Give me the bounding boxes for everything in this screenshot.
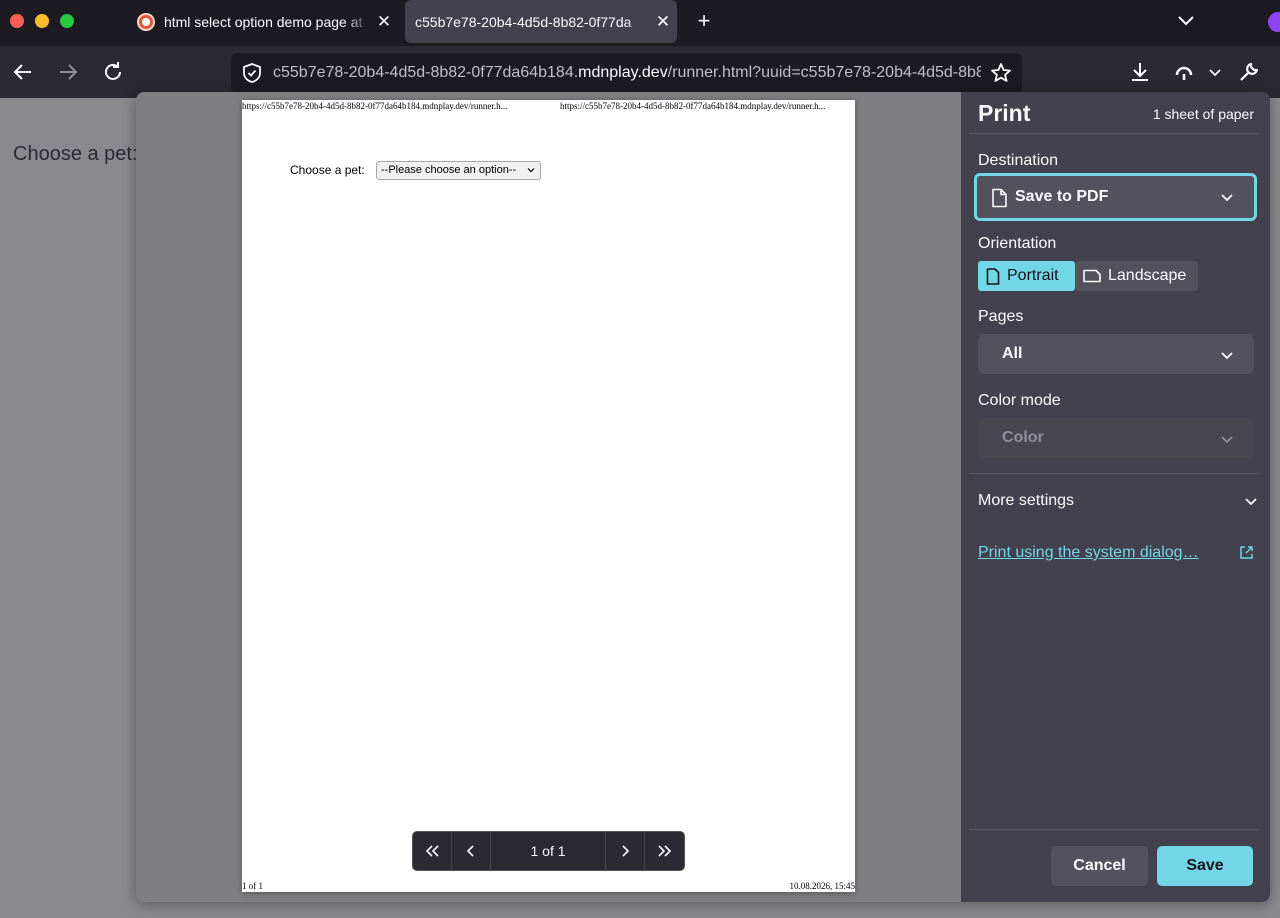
portrait-label: Portrait: [1007, 267, 1059, 284]
back-arrow-icon[interactable]: [11, 60, 35, 84]
window-maximize-button[interactable]: [60, 14, 74, 28]
chevron-down-icon: [1245, 498, 1257, 506]
preview-header-left: https://c55b7e78-20b4-4d5d-8b82-0f77da64…: [242, 101, 508, 111]
url-text[interactable]: c55b7e78-20b4-4d5d-8b82-0f77da64b184.mdn…: [273, 64, 981, 82]
bookmark-star-icon[interactable]: [990, 62, 1012, 84]
system-dialog-link[interactable]: Print using the system dialog…: [978, 544, 1199, 562]
wrench-icon[interactable]: [1237, 60, 1261, 84]
chevron-down-icon: [527, 168, 535, 173]
nav-toolbar: c55b7e78-20b4-4d5d-8b82-0f77da64b184.mdn…: [0, 46, 1280, 98]
preview-label: Choose a pet:: [290, 163, 365, 177]
window-close-button[interactable]: [10, 14, 24, 28]
print-settings-panel: Print 1 sheet of paper Destination Save …: [961, 92, 1270, 902]
preview-select-value: --Please choose an option--: [381, 164, 517, 176]
portrait-page-icon: [986, 267, 1000, 285]
preview-select: --Please choose an option--: [376, 161, 541, 180]
tab-active[interactable]: c55b7e78-20b4-4d5d-8b82-0f77da ✕: [405, 0, 677, 43]
destination-select[interactable]: Save to PDF: [974, 173, 1257, 221]
pages-select[interactable]: All: [978, 334, 1254, 374]
landscape-label: Landscape: [1108, 267, 1187, 284]
page-label: Choose a pet:: [13, 143, 138, 165]
destination-label: Destination: [978, 152, 1059, 169]
pages-value: All: [1002, 345, 1023, 362]
portrait-button[interactable]: Portrait: [978, 261, 1075, 291]
more-settings-label: More settings: [978, 492, 1075, 509]
extension-icon[interactable]: [1268, 12, 1280, 32]
firefox-sync-icon[interactable]: [1172, 60, 1196, 84]
save-button[interactable]: Save: [1157, 846, 1253, 886]
sheet-count: 1 sheet of paper: [1152, 106, 1254, 122]
sync-chevron-icon[interactable]: [1203, 60, 1227, 84]
pages-label: Pages: [978, 308, 1024, 325]
color-mode-label: Color mode: [978, 392, 1061, 409]
tab-inactive[interactable]: html select option demo page at ✕: [132, 0, 394, 43]
preview-footer-right: 10.08.2026, 15:45: [789, 881, 855, 891]
downloads-icon[interactable]: [1128, 60, 1152, 84]
preview-header-right: https://c55b7e78-20b4-4d5d-8b82-0f77da64…: [560, 101, 826, 111]
external-link-icon[interactable]: [1239, 545, 1254, 560]
tab-close-icon[interactable]: ✕: [374, 12, 394, 32]
cancel-button[interactable]: Cancel: [1051, 846, 1148, 886]
tab-close-icon[interactable]: ✕: [653, 12, 673, 32]
page-indicator: 1 of 1: [491, 832, 606, 870]
reload-icon[interactable]: [101, 60, 125, 84]
url-prefix: c55b7e78-20b4-4d5d-8b82-0f77da64b184.: [273, 64, 579, 81]
duckduckgo-favicon-icon: [137, 12, 155, 31]
url-suffix: /runner.html?uuid=c55b7e78-20b4-4d5d-8b8…: [667, 64, 981, 81]
print-dialog: https://c55b7e78-20b4-4d5d-8b82-0f77da64…: [136, 92, 1270, 902]
chevron-down-icon: [1221, 352, 1233, 360]
new-tab-plus-icon[interactable]: +: [692, 9, 716, 33]
window-minimize-button[interactable]: [35, 14, 49, 28]
tab-title: c55b7e78-20b4-4d5d-8b82-0f77da: [415, 13, 649, 30]
print-title: Print: [978, 100, 1031, 126]
divider: [969, 473, 1258, 474]
landscape-page-icon: [1083, 269, 1101, 283]
tab-list-chevron-icon[interactable]: [1176, 10, 1196, 30]
forward-arrow-icon[interactable]: [56, 60, 80, 84]
url-domain: mdnplay.dev: [578, 64, 668, 81]
last-page-icon[interactable]: [645, 832, 684, 870]
divider: [969, 133, 1258, 134]
landscape-button[interactable]: Landscape: [1075, 261, 1198, 291]
shield-icon[interactable]: [241, 62, 263, 84]
chevron-down-icon: [1221, 436, 1233, 444]
color-mode-value: Color: [1002, 429, 1044, 446]
tab-strip: html select option demo page at ✕ c55b7e…: [0, 0, 1280, 46]
print-preview-sheet: https://c55b7e78-20b4-4d5d-8b82-0f77da64…: [242, 100, 855, 892]
tab-title: html select option demo page at: [164, 13, 371, 30]
previous-page-icon[interactable]: [452, 832, 491, 870]
more-settings-toggle[interactable]: More settings: [978, 492, 1258, 510]
destination-value: Save to PDF: [1015, 188, 1109, 205]
first-page-icon[interactable]: [413, 832, 452, 870]
document-icon: [992, 188, 1007, 208]
next-page-icon[interactable]: [606, 832, 645, 870]
divider: [969, 829, 1258, 830]
color-mode-select[interactable]: Color: [978, 418, 1254, 458]
url-bar[interactable]: c55b7e78-20b4-4d5d-8b82-0f77da64b184.mdn…: [231, 53, 1022, 93]
preview-footer-left: 1 of 1: [242, 881, 263, 891]
preview-pagination: 1 of 1: [412, 831, 685, 871]
orientation-label: Orientation: [978, 235, 1057, 252]
orientation-toggle: Portrait Landscape: [978, 261, 1198, 291]
chevron-down-icon: [1221, 194, 1233, 202]
